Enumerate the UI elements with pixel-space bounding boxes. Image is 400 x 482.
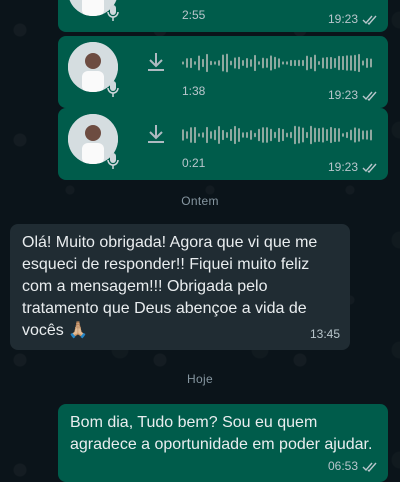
message-meta: 13:45 — [310, 323, 340, 345]
voice-message[interactable]: 2:55 19:23 — [58, 0, 388, 32]
message-time: 19:23 — [327, 12, 358, 26]
message-meta: 19:23 — [328, 160, 378, 174]
waveform[interactable] — [182, 124, 378, 146]
message-text: Olá! Muito obrigada! Agora que vi que me… — [22, 234, 318, 339]
voice-duration: 0:21 — [182, 156, 206, 170]
incoming-message[interactable]: Olá! Muito obrigada! Agora que vi que me… — [10, 224, 350, 350]
message-meta: 19:23 — [328, 88, 378, 102]
double-check-icon — [362, 462, 377, 472]
voice-duration: 1:38 — [182, 84, 206, 98]
voice-duration: 2:55 — [182, 8, 206, 22]
mic-icon — [107, 5, 119, 21]
mic-icon — [107, 153, 119, 169]
voice-message[interactable]: 0:21 19:23 — [58, 108, 388, 180]
waveform[interactable] — [182, 52, 378, 74]
voice-message[interactable]: 1:38 19:23 — [58, 36, 388, 108]
download-icon[interactable] — [144, 122, 168, 146]
double-check-icon — [362, 163, 377, 173]
outgoing-message[interactable]: Bom dia, Tudo bem? Sou eu quem agradece … — [58, 404, 388, 482]
message-meta: 06:53 — [328, 455, 378, 477]
download-icon[interactable] — [144, 50, 168, 74]
double-check-icon — [362, 15, 377, 25]
date-divider: Ontem — [181, 194, 219, 208]
message-time: 13:45 — [309, 327, 340, 341]
mic-icon — [107, 81, 119, 97]
message-time: 19:23 — [327, 88, 358, 102]
message-meta: 19:23 — [328, 12, 378, 26]
message-time: 19:23 — [327, 160, 358, 174]
message-time: 06:53 — [327, 459, 358, 473]
message-text: Bom dia, Tudo bem? Sou eu quem agradece … — [70, 414, 373, 453]
double-check-icon — [362, 91, 377, 101]
date-divider: Hoje — [187, 372, 213, 386]
